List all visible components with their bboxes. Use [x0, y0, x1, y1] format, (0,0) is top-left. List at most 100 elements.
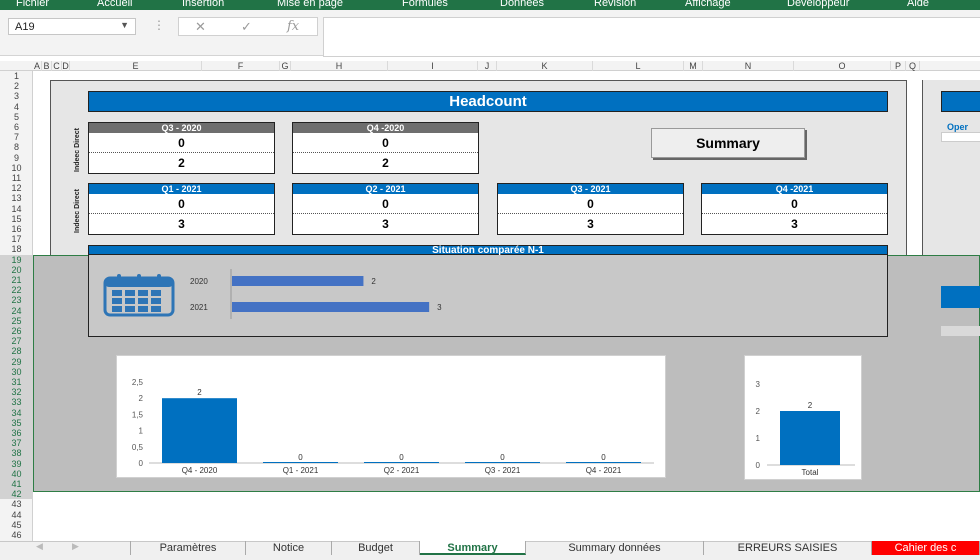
bar: [465, 462, 540, 463]
row-header[interactable]: 31: [0, 377, 33, 388]
column-header[interactable]: L: [593, 61, 684, 71]
row-header[interactable]: 6: [0, 122, 33, 132]
row-header[interactable]: 20: [0, 264, 33, 275]
column-header[interactable]: P: [891, 61, 906, 71]
total-chart: 0 1 2 3 2 Total: [744, 355, 862, 480]
row-header[interactable]: 17: [0, 234, 33, 244]
row-header[interactable]: 37: [0, 438, 33, 449]
tab-parametres[interactable]: Paramètres: [130, 541, 246, 555]
fx-icon[interactable]: fx: [287, 19, 299, 34]
row-header[interactable]: 35: [0, 417, 33, 428]
tab-summary[interactable]: Summary: [420, 541, 526, 555]
row-header[interactable]: 5: [0, 112, 33, 122]
row-header[interactable]: 15: [0, 214, 33, 224]
row-header[interactable]: 18: [0, 244, 33, 254]
row-header[interactable]: 21: [0, 275, 33, 286]
row-header[interactable]: 34: [0, 407, 33, 418]
ribbon-tab-revision[interactable]: Révision: [594, 0, 636, 9]
ribbon-tab-mise-en-page[interactable]: Mise en page: [277, 0, 343, 9]
tab-notice[interactable]: Notice: [246, 541, 332, 555]
row-header[interactable]: 25: [0, 315, 33, 326]
row-header[interactable]: 8: [0, 142, 33, 152]
row-header[interactable]: 13: [0, 193, 33, 203]
row-header[interactable]: 33: [0, 397, 33, 408]
column-header[interactable]: E: [70, 61, 202, 71]
row-header[interactable]: 41: [0, 479, 33, 490]
column-header[interactable]: G: [280, 61, 291, 71]
ribbon-tab-accueil[interactable]: Accueil: [97, 0, 132, 9]
row-header[interactable]: 29: [0, 356, 33, 367]
row-header[interactable]: 7: [0, 132, 33, 142]
ribbon-tab-insertion[interactable]: Insertion: [182, 0, 224, 9]
quarter-box-q2-2021: Q2 - 2021 0 3: [292, 183, 479, 235]
ribbon-tab-formules[interactable]: Formules: [402, 0, 448, 9]
quarterly-chart: 0 0,5 1 1,5 2 2,5 2 Q4 - 2020 0 Q1 - 2021 0 Q2 - 20…: [116, 355, 666, 478]
y-tick-label: 3: [756, 380, 761, 389]
column-header[interactable]: O: [794, 61, 891, 71]
row-header[interactable]: 14: [0, 204, 33, 214]
row-header[interactable]: 24: [0, 305, 33, 316]
row-header[interactable]: 11: [0, 173, 33, 183]
row-header[interactable]: 30: [0, 366, 33, 377]
column-header[interactable]: B: [42, 61, 52, 71]
row-header[interactable]: 46: [0, 530, 33, 540]
y-tick-label: 0: [139, 459, 144, 468]
row-header[interactable]: 10: [0, 163, 33, 173]
row-header[interactable]: 45: [0, 520, 33, 530]
row-header[interactable]: 42: [0, 489, 33, 500]
row-header[interactable]: 39: [0, 458, 33, 469]
row-header[interactable]: 43: [0, 499, 33, 509]
column-header[interactable]: F: [202, 61, 280, 71]
tab-budget[interactable]: Budget: [332, 541, 420, 555]
column-header[interactable]: Q: [906, 61, 920, 71]
row-header[interactable]: 40: [0, 468, 33, 479]
row-header[interactable]: 16: [0, 224, 33, 234]
column-header[interactable]: M: [684, 61, 703, 71]
tab-cahier-des-charges[interactable]: Cahier des c: [872, 541, 980, 555]
scroll-right-icon[interactable]: ▶: [72, 541, 79, 552]
cancel-icon[interactable]: ✕: [195, 19, 206, 35]
row-header[interactable]: 23: [0, 295, 33, 306]
row-header[interactable]: 36: [0, 428, 33, 439]
row-header[interactable]: 19: [0, 254, 33, 265]
row-header[interactable]: 9: [0, 153, 33, 163]
column-header[interactable]: J: [478, 61, 497, 71]
column-header[interactable]: C: [52, 61, 62, 71]
column-header[interactable]: H: [291, 61, 388, 71]
row-header[interactable]: 26: [0, 326, 33, 337]
column-header[interactable]: A: [33, 61, 42, 71]
ribbon-tab-donnees[interactable]: Données: [500, 0, 544, 9]
column-header[interactable]: D: [62, 61, 70, 71]
tab-summary-donnees[interactable]: Summary données: [526, 541, 704, 555]
row-header[interactable]: 28: [0, 346, 33, 357]
row-header[interactable]: 44: [0, 510, 33, 520]
column-header[interactable]: N: [703, 61, 794, 71]
ribbon-tab-aide[interactable]: Aide: [907, 0, 929, 9]
quarter-header: Q4 -2021: [702, 184, 887, 194]
category-label: Q2 - 2021: [384, 466, 420, 475]
tab-erreurs-saisies[interactable]: ERREURS SAISIES: [704, 541, 872, 555]
summary-button[interactable]: Summary: [651, 128, 805, 158]
scroll-left-icon[interactable]: ◀: [36, 541, 43, 552]
row-header[interactable]: 4: [0, 102, 33, 112]
quarter-header: Q2 - 2021: [293, 184, 478, 194]
quarterly-chart-svg: 0 0,5 1 1,5 2 2,5 2 Q4 - 2020 0 Q1 - 2021 0 Q2 - 20…: [132, 378, 654, 475]
formula-input[interactable]: [323, 17, 980, 57]
column-header[interactable]: I: [388, 61, 478, 71]
row-header[interactable]: 38: [0, 448, 33, 459]
row-header[interactable]: 27: [0, 336, 33, 347]
row-header[interactable]: 32: [0, 387, 33, 398]
row-header[interactable]: 12: [0, 183, 33, 193]
row-header[interactable]: 2: [0, 81, 33, 91]
row-header[interactable]: 22: [0, 285, 33, 296]
ribbon-tab-developpeur[interactable]: Développeur: [787, 0, 849, 9]
name-box[interactable]: A19 ▼: [8, 18, 136, 35]
chevron-down-icon[interactable]: ▼: [120, 20, 129, 30]
ribbon-tab-fichier[interactable]: Fichier: [16, 0, 49, 9]
row-header[interactable]: 3: [0, 91, 33, 101]
side-panel-input[interactable]: [941, 132, 980, 142]
enter-icon[interactable]: ✓: [241, 19, 252, 35]
column-header[interactable]: K: [497, 61, 593, 71]
row-header[interactable]: 1: [0, 71, 33, 81]
ribbon-tab-affichage[interactable]: Affichage: [685, 0, 731, 9]
